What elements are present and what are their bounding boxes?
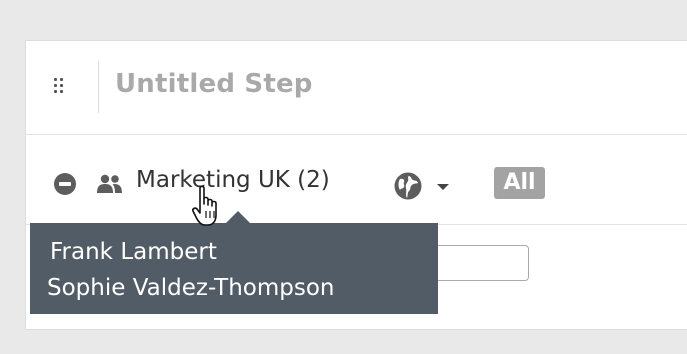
drag-handle-icon[interactable] <box>54 78 66 98</box>
tooltip-member: Frank Lambert <box>50 239 217 265</box>
members-tooltip: Frank Lambert Sophie Valdez-Thompson <box>30 211 438 314</box>
header-separator <box>26 134 687 135</box>
users-icon <box>97 174 122 193</box>
step-title[interactable]: Untitled Step <box>115 69 313 99</box>
header-divider <box>98 61 99 113</box>
globe-icon[interactable] <box>393 171 423 201</box>
hand-pointer-cursor <box>192 185 217 226</box>
scope-badge[interactable]: All <box>494 167 545 199</box>
caret-down-icon[interactable] <box>437 184 449 190</box>
group-name-link[interactable]: Marketing UK (2) <box>136 167 330 193</box>
minus-circle-icon[interactable] <box>54 173 76 195</box>
value-input[interactable] <box>426 245 529 281</box>
tooltip-member: Sophie Valdez-Thompson <box>47 275 335 301</box>
